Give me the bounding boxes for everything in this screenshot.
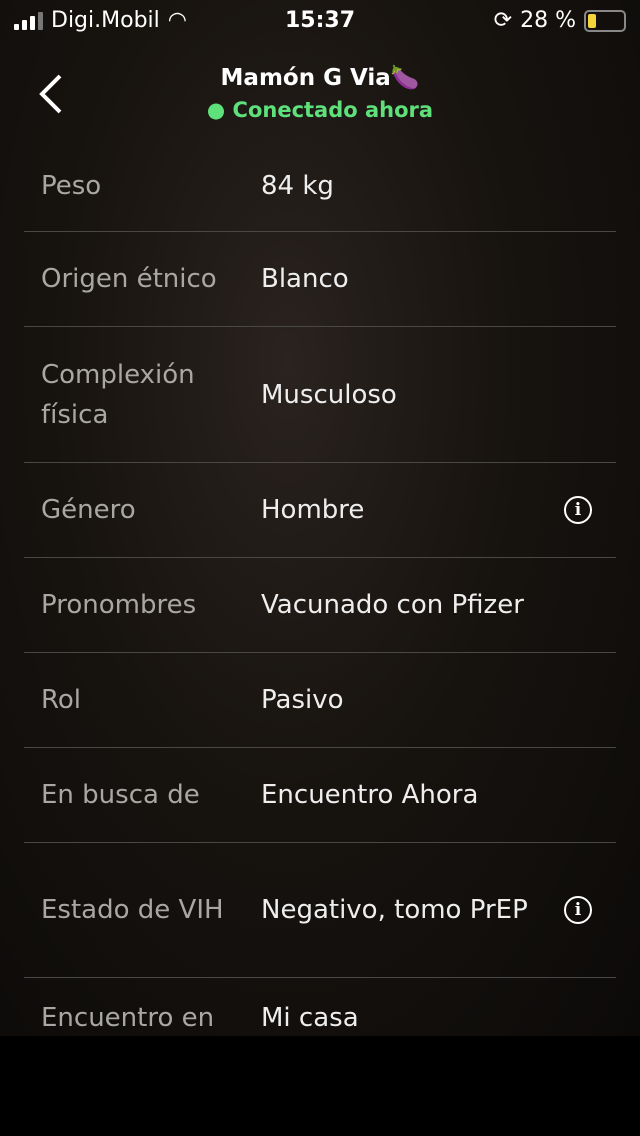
battery-icon [584, 9, 626, 32]
detail-label: Estado de VIH [41, 895, 224, 925]
detail-row: Pronombres Vacunado con Pfizer [24, 558, 616, 653]
detail-label: Pronombres [41, 590, 197, 620]
detail-row: En busca de Encuentro Ahora [24, 748, 616, 843]
detail-value: Encuentro Ahora [261, 780, 479, 810]
detail-value: Vacunado con Pfizer [261, 590, 524, 620]
detail-label: Origen étnico [41, 264, 217, 294]
detail-value: Negativo, tomo PrEP [261, 895, 528, 925]
detail-label: Encuentro en [41, 1003, 215, 1033]
battery-percent: 28 % [520, 8, 576, 33]
detail-row: Estado de VIH Negativo, tomo PrEP i [24, 843, 616, 978]
info-icon[interactable]: i [564, 896, 592, 924]
rotation-lock-icon: ⟳ [493, 8, 513, 33]
detail-label: Complexión física [41, 359, 195, 430]
detail-row: Complexión física Musculoso [24, 327, 616, 463]
detail-value: Pasivo [261, 685, 344, 715]
profile-name: Mamón G Via🍆 [220, 65, 420, 91]
info-icon[interactable]: i [564, 496, 592, 524]
detail-label: Peso [41, 171, 102, 201]
detail-value: Mi casa [261, 1003, 359, 1033]
detail-label: Género [41, 495, 136, 525]
detail-row: Género Hombre i [24, 463, 616, 558]
detail-row: Peso 84 kg [24, 141, 616, 232]
detail-row: Rol Pasivo [24, 653, 616, 748]
detail-label: Rol [41, 685, 82, 715]
detail-label: En busca de [41, 780, 200, 810]
online-status: ● Conectado ahora [206, 98, 434, 122]
detail-row: Encuentro en Mi casa [24, 978, 616, 1058]
detail-row: Origen étnico Blanco [24, 232, 616, 327]
detail-value: Blanco [261, 264, 349, 294]
detail-value: 84 kg [261, 171, 334, 201]
detail-value: Musculoso [261, 379, 397, 410]
detail-value: Hombre [261, 495, 365, 525]
profile-details-list: Peso 84 kg Origen étnico Blanco Complexión f… [24, 141, 616, 1058]
status-bar: Digi.Mobil ◠ 15:37 ⟳ 28 % [0, 0, 640, 40]
